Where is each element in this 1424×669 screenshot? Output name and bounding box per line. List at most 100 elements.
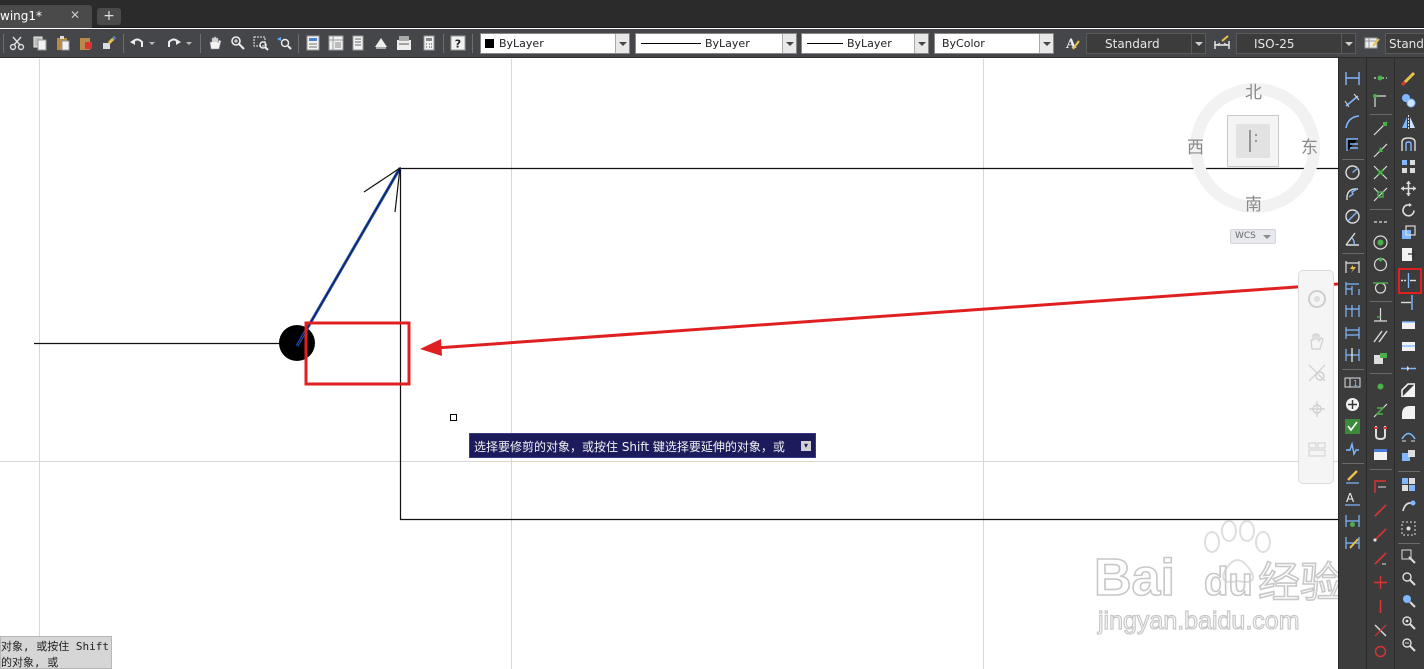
file-tab[interactable]: wing1* ✕ bbox=[0, 5, 92, 28]
cut-icon[interactable] bbox=[9, 35, 25, 51]
drawing-area[interactable] bbox=[0, 59, 1338, 669]
calculator-icon[interactable] bbox=[421, 35, 437, 51]
dim-edit-icon[interactable] bbox=[1344, 468, 1361, 485]
tolerance-icon[interactable]: 1 bbox=[1344, 374, 1361, 391]
group-icon[interactable] bbox=[1400, 476, 1417, 493]
undo-icon[interactable] bbox=[129, 35, 145, 51]
tool-palettes-icon[interactable] bbox=[350, 35, 366, 51]
chevron-down-icon[interactable] bbox=[1191, 34, 1205, 53]
aligned-dim-icon[interactable] bbox=[1344, 92, 1361, 109]
dim-red-icon-7[interactable] bbox=[1372, 622, 1389, 639]
ungroup-icon[interactable] bbox=[1400, 498, 1417, 515]
snap-endpoint-icon[interactable] bbox=[1372, 120, 1389, 137]
snap-temp-icon[interactable] bbox=[1372, 70, 1389, 87]
zoom-previous-icon[interactable] bbox=[276, 35, 292, 51]
select-similar-icon[interactable] bbox=[1400, 520, 1417, 537]
compass-east[interactable]: 东 bbox=[1301, 133, 1318, 158]
tooltip-expand-button[interactable]: ▾ bbox=[801, 441, 811, 451]
move-icon[interactable] bbox=[1400, 180, 1417, 197]
text-style-select[interactable]: Standard bbox=[1086, 33, 1206, 54]
erase-icon[interactable] bbox=[1400, 70, 1417, 87]
chevron-down-icon[interactable] bbox=[782, 34, 796, 53]
chevron-down-icon[interactable] bbox=[914, 34, 928, 53]
quick-dim-icon[interactable] bbox=[1344, 258, 1361, 275]
offset-icon[interactable] bbox=[1400, 136, 1417, 153]
arc-length-icon[interactable] bbox=[1344, 114, 1361, 131]
viewcube[interactable]: 北 南 东 西 WCS bbox=[1185, 78, 1325, 248]
snap-extension-icon[interactable] bbox=[1372, 214, 1389, 231]
snap-node-icon[interactable] bbox=[1372, 378, 1389, 395]
snap-quadrant-icon[interactable] bbox=[1372, 256, 1389, 273]
help-icon[interactable]: ? bbox=[450, 35, 466, 51]
break-icon[interactable] bbox=[1400, 338, 1417, 355]
snap-midpoint-icon[interactable] bbox=[1372, 142, 1389, 159]
zoom-extents-icon[interactable] bbox=[1307, 363, 1327, 383]
snap-perpendicular-icon[interactable] bbox=[1372, 306, 1389, 323]
snap-center-icon[interactable] bbox=[1372, 234, 1389, 251]
viewcube-top-face[interactable] bbox=[1227, 115, 1279, 167]
undo-dropdown-icon[interactable] bbox=[148, 35, 156, 51]
chamfer-icon[interactable] bbox=[1400, 382, 1417, 399]
snap-settings-icon[interactable] bbox=[1372, 446, 1389, 463]
markup-icon[interactable] bbox=[396, 35, 412, 51]
copy-icon[interactable] bbox=[32, 35, 48, 51]
sheet-set-icon[interactable] bbox=[373, 35, 389, 51]
explode-icon[interactable] bbox=[1400, 448, 1417, 465]
dim-red-icon-8[interactable] bbox=[1372, 643, 1389, 660]
radius-dim-icon[interactable] bbox=[1344, 164, 1361, 181]
dim-update-icon[interactable] bbox=[1344, 512, 1361, 529]
extend-icon[interactable] bbox=[1400, 294, 1417, 311]
stretch-icon[interactable] bbox=[1400, 246, 1417, 263]
design-center-icon[interactable] bbox=[328, 35, 344, 51]
dim-red-icon-3[interactable] bbox=[1372, 526, 1389, 543]
lineweight-control-select[interactable]: ByLayer bbox=[801, 33, 929, 54]
scale-icon[interactable] bbox=[1400, 224, 1417, 241]
snap-nearest-icon[interactable] bbox=[1372, 402, 1389, 419]
trim-icon[interactable] bbox=[1400, 272, 1417, 289]
color-control-select[interactable]: ByLayer bbox=[480, 33, 630, 54]
filled-circle[interactable] bbox=[279, 325, 315, 361]
linear-dim-icon[interactable] bbox=[1344, 70, 1361, 87]
zoom-in-icon[interactable] bbox=[1400, 548, 1417, 565]
showmotion-icon[interactable] bbox=[1307, 439, 1327, 459]
text-style-icon[interactable]: A bbox=[1064, 35, 1080, 51]
dim-text-edit-icon[interactable]: A bbox=[1344, 490, 1361, 507]
ordinate-dim-icon[interactable] bbox=[1344, 136, 1361, 153]
snap-tangent-icon[interactable] bbox=[1372, 278, 1389, 295]
chevron-down-icon[interactable] bbox=[1341, 34, 1355, 53]
compass-south[interactable]: 南 bbox=[1245, 190, 1262, 215]
linetype-control-select[interactable]: ByLayer bbox=[635, 33, 797, 54]
new-tab-button[interactable]: + bbox=[97, 8, 121, 25]
dim-red-icon-2[interactable] bbox=[1372, 502, 1389, 519]
mirror-icon[interactable] bbox=[1400, 114, 1417, 131]
dim-style-icon[interactable] bbox=[1344, 534, 1361, 551]
orbit-icon[interactable] bbox=[1307, 399, 1327, 419]
center-mark-icon[interactable] bbox=[1344, 396, 1361, 413]
dim-red-icon-4[interactable] bbox=[1372, 550, 1389, 567]
compass-west[interactable]: 西 bbox=[1187, 133, 1204, 158]
paste-block-icon[interactable] bbox=[78, 35, 94, 51]
wcs-menu[interactable]: WCS bbox=[1230, 229, 1276, 244]
snap-from-icon[interactable] bbox=[1372, 92, 1389, 109]
baseline-dim-icon[interactable] bbox=[1344, 280, 1361, 297]
fillet-icon[interactable] bbox=[1400, 404, 1417, 421]
snap-insert-icon[interactable] bbox=[1372, 350, 1389, 367]
redo-icon[interactable] bbox=[166, 35, 182, 51]
angular-dim-icon[interactable] bbox=[1344, 230, 1361, 247]
zoom-realtime-icon[interactable] bbox=[230, 35, 246, 51]
dim-space-icon[interactable] bbox=[1344, 324, 1361, 341]
pan-icon[interactable] bbox=[207, 35, 223, 51]
properties-icon[interactable] bbox=[305, 35, 321, 51]
match-properties-icon[interactable] bbox=[101, 35, 117, 51]
pan-hand-icon[interactable] bbox=[1307, 331, 1327, 351]
dim-red-icon-6[interactable] bbox=[1372, 598, 1389, 615]
table-style-icon[interactable] bbox=[1364, 35, 1380, 51]
zoom-dynamic-icon[interactable] bbox=[1400, 592, 1417, 609]
zoom-center-icon[interactable] bbox=[1400, 614, 1417, 631]
dim-break-icon[interactable] bbox=[1344, 346, 1361, 363]
dim-style-select[interactable]: ISO-25 bbox=[1236, 33, 1356, 54]
jogged-icon[interactable] bbox=[1344, 186, 1361, 203]
jogged-linear-icon[interactable] bbox=[1344, 440, 1361, 457]
rotate-icon[interactable] bbox=[1400, 202, 1417, 219]
chevron-down-icon[interactable] bbox=[615, 34, 629, 53]
